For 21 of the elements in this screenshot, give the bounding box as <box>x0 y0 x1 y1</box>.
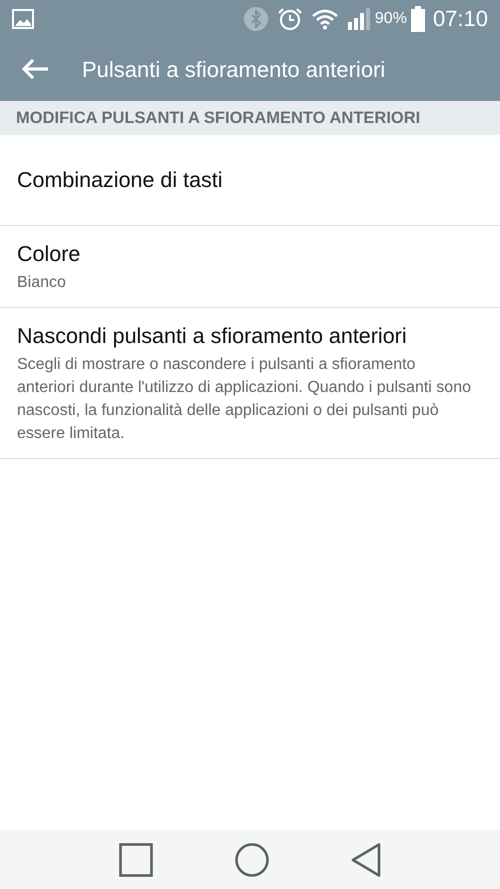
alarm-clock-icon <box>276 6 303 32</box>
recent-apps-icon[interactable] <box>119 842 153 876</box>
battery-percentage: 90% <box>374 8 407 28</box>
image-icon <box>12 8 34 28</box>
wifi-icon <box>310 8 339 30</box>
item-summary: Bianco <box>17 273 67 293</box>
section-header: MODIFICA PULSANTI A SFIORAMENTO ANTERIORI <box>16 108 420 129</box>
settings-item[interactable]: Combinazione di tasti <box>0 135 500 226</box>
clock-time: 07:10 <box>432 5 488 33</box>
item-summary: Scegli di mostrare o nascondere i pulsanti a sfioramento anteriori durante l'utilizzo di applicazioni. Quando i pulsanti sono nascosti, la funzionalità delle applicazioni o dei pulsanti può essere limitata. <box>17 355 472 444</box>
back-icon[interactable] <box>351 842 381 876</box>
battery-icon <box>410 6 425 32</box>
item-title: Colore <box>17 241 82 268</box>
back-arrow-icon[interactable] <box>20 57 50 81</box>
screen-title: Pulsanti a sfioramento anteriori <box>82 56 386 84</box>
item-title: Nascondi pulsanti a sfioramento anteriori <box>17 323 408 350</box>
item-title: Combinazione di tasti <box>17 167 224 194</box>
signal-icon <box>346 8 371 30</box>
settings-item[interactable]: Colore Bianco <box>0 226 500 308</box>
bluetooth-icon <box>242 6 269 32</box>
home-icon[interactable] <box>235 842 269 876</box>
